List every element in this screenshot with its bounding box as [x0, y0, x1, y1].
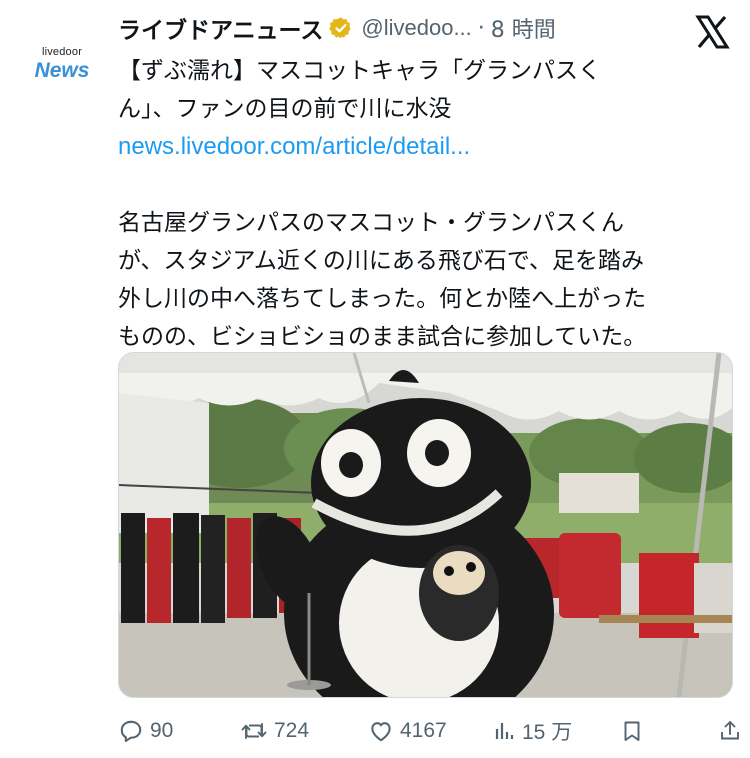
like-count: 4167	[400, 719, 447, 742]
avatar-brand-big: News	[34, 58, 90, 82]
headline-line-2: ん」、ファンの目の前で川に水没	[118, 96, 452, 122]
repost-button[interactable]: 724	[240, 708, 309, 754]
reply-button[interactable]: 90	[118, 708, 173, 754]
reply-count: 90	[150, 719, 174, 742]
timestamp[interactable]: 8 時間	[491, 12, 556, 44]
article-link[interactable]: news.livedoor.com/article/detail...	[118, 128, 728, 166]
bookmark-icon	[624, 721, 640, 741]
like-icon	[371, 722, 391, 742]
action-bar: 90 724 4167 15 万	[118, 708, 740, 754]
separator-dot: ·	[477, 15, 485, 41]
reply-icon	[120, 720, 142, 742]
avatar[interactable]: livedoor News	[18, 20, 106, 108]
tweet-text: 【ずぶ濡れ】マスコットキャラ「グランパスく ん」、ファンの目の前で川に水没 ne…	[118, 52, 728, 356]
body-line-3: 外し川の中へ落ちてしまった。何とか陸へ上がった	[118, 286, 647, 312]
repost-icon	[241, 723, 267, 739]
repost-count: 724	[274, 719, 310, 742]
x-logo-icon[interactable]	[694, 14, 730, 50]
views-icon	[495, 723, 514, 739]
views-button[interactable]: 15 万	[492, 708, 572, 754]
display-name[interactable]: ライブドアニュース	[118, 12, 323, 44]
views-count: 15 万	[522, 721, 573, 744]
body-line-2: が、スタジアム近くの川にある飛び石で、足を踏み	[118, 248, 645, 274]
body-line-1: 名古屋グランパスのマスコット・グランパスくん	[118, 210, 624, 236]
share-button[interactable]	[718, 708, 742, 754]
headline-line-1: 【ずぶ濡れ】マスコットキャラ「グランパスく	[118, 58, 601, 84]
body-line-4: ものの、ビショビショのまま試合に参加していた。	[118, 324, 647, 350]
verified-badge-icon	[329, 16, 353, 40]
avatar-brand-small: livedoor	[41, 45, 83, 58]
bookmark-button[interactable]	[620, 708, 644, 754]
share-icon	[721, 721, 739, 740]
tweet-header: ライブドアニュース @livedoo... · 8 時間	[118, 12, 678, 44]
like-button[interactable]: 4167	[368, 708, 447, 754]
handle[interactable]: @livedoo...	[361, 15, 471, 41]
tweet-photo[interactable]	[118, 352, 733, 698]
